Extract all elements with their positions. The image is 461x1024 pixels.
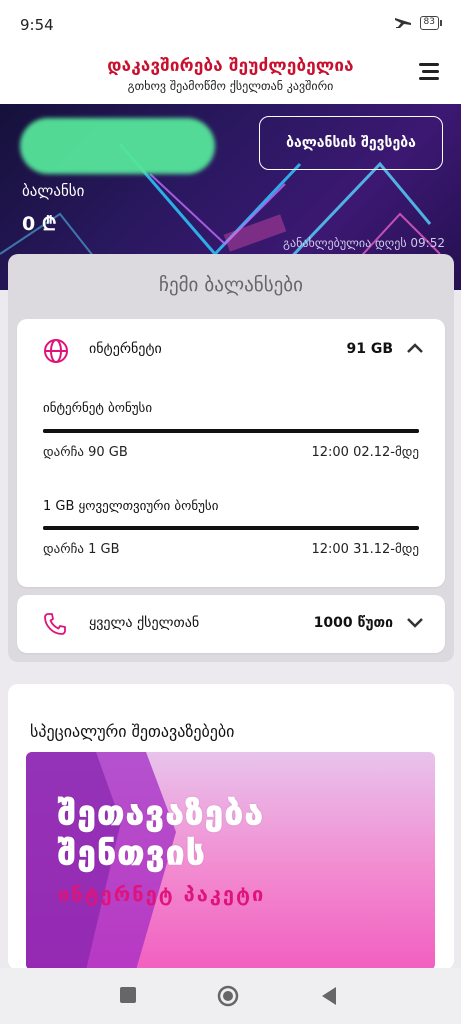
- calls-label: ყველა ქსელთან: [89, 615, 200, 631]
- internet-balance-card: ინტერნეტი 91 GB ინტერნეტ ბონუსი დარჩა 90…: [17, 319, 445, 587]
- home-icon[interactable]: [217, 985, 239, 1007]
- special-offers-section: სპეციალური შეთავაზებები შეთავაზება შენთვ…: [8, 684, 454, 970]
- bonus-remaining: დარჩა 90 GB: [43, 445, 128, 460]
- balance-value: 0 ₾: [22, 213, 57, 235]
- balance-label: ბალანსი: [22, 182, 85, 200]
- offer-headline-1: შეთავაზება: [57, 793, 265, 833]
- bonus-progress-bar: [43, 526, 419, 530]
- bonus-expiry: 12:00 02.12-მდე: [311, 445, 419, 460]
- chevron-up-icon[interactable]: [407, 343, 423, 353]
- menu-icon-line: [422, 70, 439, 73]
- my-balances-panel: ჩემი ბალანსები ინტერნეტი 91 GB ინტერნეტ …: [8, 254, 454, 662]
- system-navigation-bar: [0, 968, 461, 1024]
- status-time: 9:54: [20, 16, 54, 34]
- connection-error-subtitle: გთხოვ შეამოწმო ქსელთან კავშირი: [127, 79, 334, 93]
- status-bar: 9:54 83: [0, 0, 461, 48]
- special-offers-title: სპეციალური შეთავაზებები: [30, 722, 235, 741]
- bonus-progress-fill: [43, 429, 419, 433]
- top-up-balance-button[interactable]: ბალანსის შევსება: [259, 116, 443, 170]
- status-icons: 83: [394, 15, 443, 31]
- app-header: დაკავშირება შეუძლებელია გთხოვ შეამოწმო ქ…: [0, 48, 461, 104]
- bonus-remaining: დარჩა 1 GB: [43, 542, 120, 557]
- offer-banner[interactable]: შეთავაზება შენთვის ინტერნეტ პაკეტი: [26, 752, 435, 970]
- calls-balance-card[interactable]: ყველა ქსელთან 1000 წუთი: [17, 595, 445, 653]
- bonus-expiry: 12:00 31.12-მდე: [311, 542, 419, 557]
- my-balances-title: ჩემი ბალანსები: [159, 274, 303, 296]
- internet-value: 91 GB: [346, 341, 393, 357]
- offer-subheadline: ინტერნეტ პაკეტი: [58, 882, 266, 906]
- bonus-title: 1 GB ყოველთვიური ბონუსი: [43, 499, 219, 514]
- bonus-progress-fill: [43, 526, 419, 530]
- bonus-progress-bar: [43, 429, 419, 433]
- connection-error-title: დაკავშირება შეუძლებელია: [107, 56, 354, 76]
- bonus-title: ინტერნეტ ბონუსი: [43, 401, 153, 416]
- recent-apps-icon[interactable]: [119, 986, 137, 1004]
- last-updated-text: განახლებულია დღეს 09:52: [283, 236, 445, 250]
- calls-value: 1000 წუთი: [313, 615, 393, 631]
- phone-icon: [44, 613, 66, 635]
- offer-headline-2: შენთვის: [57, 833, 207, 873]
- redacted-phone-number: [20, 118, 215, 174]
- menu-icon-line: [419, 77, 439, 80]
- back-icon[interactable]: [320, 986, 338, 1006]
- internet-label: ინტერნეტი: [89, 341, 162, 357]
- airplane-mode-icon: [394, 18, 411, 28]
- chevron-down-icon[interactable]: [407, 618, 423, 628]
- menu-icon: [419, 63, 439, 66]
- menu-button[interactable]: [419, 63, 439, 81]
- battery-icon: 83: [419, 16, 443, 30]
- globe-icon: [44, 339, 68, 363]
- internet-row-header[interactable]: ინტერნეტი 91 GB: [17, 319, 445, 383]
